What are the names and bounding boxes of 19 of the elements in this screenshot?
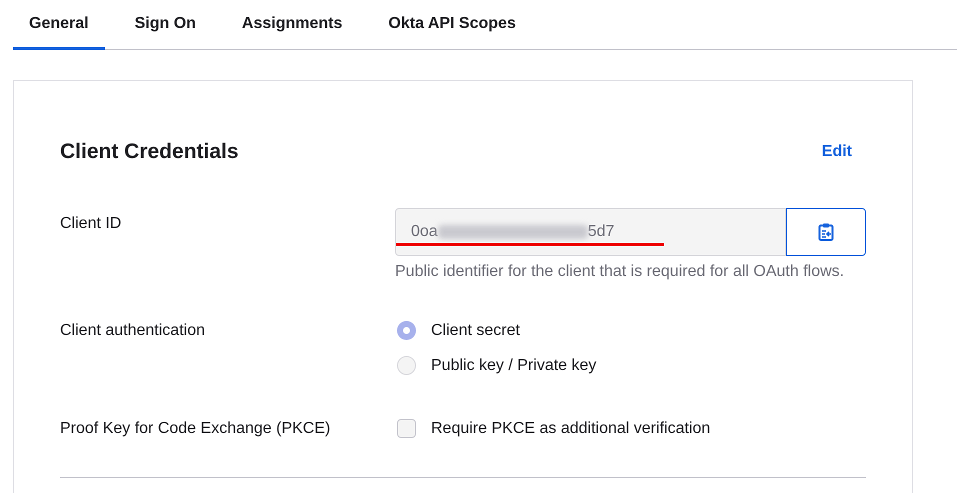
radio-button[interactable] bbox=[397, 356, 416, 375]
radio-button[interactable] bbox=[397, 321, 416, 340]
tab[interactable]: General bbox=[13, 0, 105, 50]
help-text: Public identifier for the client that is required for all OAuth flows. bbox=[395, 262, 846, 282]
field-label: Proof Key for Code Exchange (PKCE) bbox=[60, 418, 332, 438]
tab[interactable]: Sign On bbox=[118, 0, 212, 50]
checkbox[interactable] bbox=[397, 419, 416, 438]
tab[interactable]: Assignments bbox=[226, 0, 358, 50]
client-id-field[interactable]: 0oa 5d7 bbox=[395, 208, 786, 256]
field-label: Client ID bbox=[60, 214, 122, 234]
copy-button[interactable] bbox=[786, 208, 866, 256]
checkbox-label[interactable]: Require PKCE as additional verification bbox=[431, 416, 710, 440]
card-title: Client Credentials bbox=[60, 139, 239, 165]
field-label: Client authentication bbox=[60, 320, 206, 340]
clipboard-icon bbox=[818, 222, 834, 240]
edit-link[interactable]: Edit bbox=[822, 140, 852, 164]
radio-label[interactable]: Client secret bbox=[431, 318, 520, 342]
tab[interactable]: Okta API Scopes bbox=[372, 0, 532, 50]
radio-label[interactable]: Public key / Private key bbox=[431, 354, 596, 378]
